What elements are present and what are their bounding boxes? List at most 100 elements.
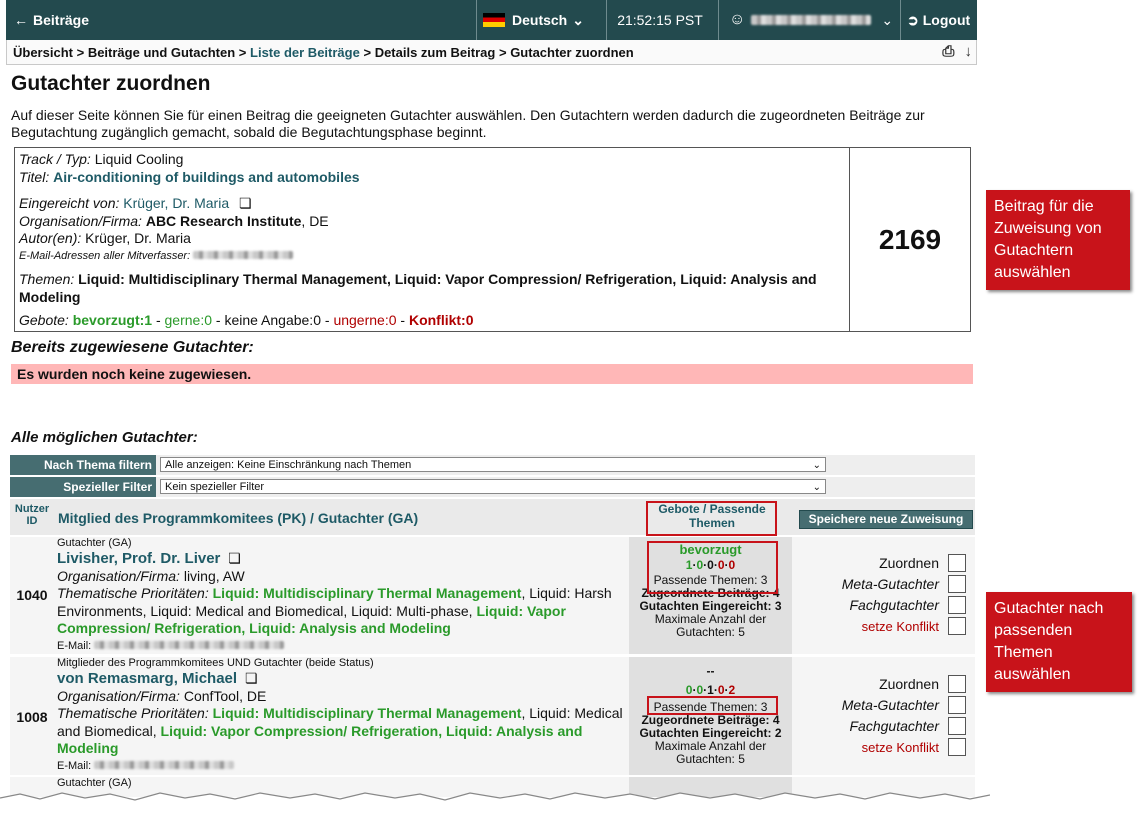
bid-count: 1 <box>707 683 714 697</box>
email-redacted <box>94 640 285 649</box>
paper-title[interactable]: Air-conditioning of buildings and automo… <box>53 169 359 185</box>
conflict-label: setze Konflikt <box>861 739 939 755</box>
breadcrumb-item-overview[interactable]: Übersicht <box>13 45 73 60</box>
conflict-checkbox[interactable] <box>948 617 966 635</box>
track-label: Track / Typ: <box>19 151 91 167</box>
arrow-down-icon[interactable]: ↓ <box>965 43 973 60</box>
submitter-name[interactable]: Krüger, Dr. Maria <box>123 195 229 211</box>
title-label: Titel: <box>19 168 50 185</box>
bid-reluctant: ungerne:0 <box>333 312 397 328</box>
authors-value: Krüger, Dr. Maria <box>85 230 191 246</box>
chevron-down-icon: ⌄ <box>881 11 894 28</box>
submitted-label: Eingereicht von: <box>19 195 120 211</box>
meta-reviewer-checkbox[interactable] <box>948 575 966 593</box>
emails-label: E-Mail-Adressen aller Mitverfasser: <box>19 249 191 262</box>
highlight-matching-topics <box>647 696 778 715</box>
filter-special-value: Kein spezieller Filter <box>165 481 265 493</box>
filter-topic-select[interactable]: Alle anzeigen: Keine Einschränkung nach … <box>160 457 826 472</box>
expert-reviewer-label: Fachgutachter <box>849 597 940 613</box>
possible-heading: Alle möglichen Gutachter: <box>11 429 198 446</box>
breadcrumb: Übersicht > Beiträge und Gutachten > Lis… <box>6 40 977 65</box>
meta-reviewer-label: Meta-Gutachter <box>841 576 939 592</box>
page-title: Gutachter zuordnen <box>11 72 211 95</box>
expert-reviewer-checkbox[interactable] <box>948 596 966 614</box>
max-label: Maximale Anzahl der Gutachten: <box>654 739 767 766</box>
email-label: E-Mail: <box>57 759 92 772</box>
meta-reviewer-checkbox[interactable] <box>948 696 966 714</box>
conflict-option[interactable]: setze Konflikt <box>862 617 966 635</box>
conflict-checkbox[interactable] <box>948 738 966 756</box>
bid-preferred: bevorzugt:1 <box>72 312 153 328</box>
copy-icon[interactable]: ❏ <box>245 670 258 686</box>
reviewer-name-line: von Remasmarg, Michael ❏ <box>57 670 627 688</box>
meta-reviewer-option[interactable]: Meta-Gutachter <box>842 696 966 714</box>
user-id: 1008 <box>16 709 48 725</box>
clock: 21:52:15 PST <box>606 0 713 40</box>
breadcrumb-item-current: Gutachter zuordnen <box>510 45 634 60</box>
user-menu[interactable]: ☺ ⌄ <box>718 0 909 40</box>
expert-reviewer-option[interactable]: Fachgutachter <box>849 596 966 614</box>
assign-option[interactable]: Zuordnen <box>879 554 966 572</box>
max-value: 5 <box>738 625 745 639</box>
conflict-option[interactable]: setze Konflikt <box>862 738 966 756</box>
prio-match: Liquid: Multidisciplinary Thermal Manage… <box>212 705 522 721</box>
table-header: Nutzer ID Mitglied des Programmkomitees … <box>10 499 975 535</box>
authors-label: Autor(en): <box>19 230 82 246</box>
paper-info-box: Track / Typ: Liquid Cooling Titel: Air-c… <box>14 147 971 332</box>
max-value: 5 <box>738 752 745 766</box>
bid-conflict: Konflikt:0 <box>408 312 474 328</box>
callout-paper: Beitrag für die Zuweisung von Gutachtern… <box>986 190 1130 290</box>
track-value: Liquid Cooling <box>94 151 184 167</box>
org-value: ConfTool, DE <box>183 687 267 704</box>
emails-redacted <box>193 250 294 259</box>
logout-label: Logout <box>922 12 971 28</box>
bid-status: -- <box>706 664 715 678</box>
reviewer-email: E-Mail: <box>57 638 627 656</box>
logout-icon: ➲ <box>907 11 919 28</box>
meta-reviewer-option[interactable]: Meta-Gutachter <box>842 575 966 593</box>
top-bar: ← Beiträge Deutsch ⌄ 21:52:15 PST ☺ ⌄ ➲ … <box>6 0 977 40</box>
expert-reviewer-checkbox[interactable] <box>948 717 966 735</box>
back-button[interactable]: ← Beiträge <box>6 0 106 40</box>
track-line: Track / Typ: Liquid Cooling <box>19 151 839 169</box>
max-count: Maximale Anzahl der Gutachten: 5 <box>629 613 792 639</box>
topics-label: Themen: <box>19 271 75 287</box>
highlight-bids-header <box>646 501 777 536</box>
paper-id: 2169 <box>878 223 942 255</box>
assign-checkbox[interactable] <box>948 675 966 693</box>
meta-reviewer-label: Meta-Gutachter <box>841 697 939 713</box>
reviewer-name[interactable]: Livisher, Prof. Dr. Liver <box>57 550 220 567</box>
language-select[interactable]: Deutsch ⌄ <box>476 0 611 40</box>
max-count: Maximale Anzahl der Gutachten: 5 <box>629 740 792 766</box>
expert-reviewer-option[interactable]: Fachgutachter <box>850 717 966 735</box>
breadcrumb-item-contributions[interactable]: Beiträge und Gutachten <box>88 45 235 60</box>
logout-button[interactable]: ➲ Logout <box>900 0 984 40</box>
user-name-redacted <box>751 15 872 25</box>
bid-none: keine Angabe:0 <box>224 312 321 328</box>
copy-icon[interactable]: ❏ <box>239 195 252 211</box>
breadcrumb-separator: > <box>498 45 507 60</box>
reviewer-name-line: Livisher, Prof. Dr. Liver ❏ <box>57 550 627 568</box>
reviewer-priorities: Thematische Prioritäten: Liquid: Multidi… <box>57 705 627 758</box>
topics-value: Liquid: Multidisciplinary Thermal Manage… <box>19 271 817 305</box>
assign-option[interactable]: Zuordnen <box>879 675 966 693</box>
filter-topic-label: Nach Thema filtern <box>10 455 156 475</box>
emails-line: E-Mail-Adressen aller Mitverfasser: <box>19 248 839 266</box>
topics-line: Themen: Liquid: Multidisciplinary Therma… <box>19 271 839 306</box>
bids-line: Gebote: bevorzugt:1 - gerne:0 - keine An… <box>19 312 474 328</box>
filter-topic-value: Alle anzeigen: Keine Einschränkung nach … <box>165 459 412 471</box>
table-row: 1008 Mitglieder des Programmkomitees UND… <box>10 657 975 775</box>
breadcrumb-item-list[interactable]: Liste der Beiträge <box>250 45 360 60</box>
reviewer-name[interactable]: von Remasmarg, Michael <box>57 670 237 687</box>
breadcrumb-item-details[interactable]: Details zum Beitrag <box>375 45 496 60</box>
filter-special-select[interactable]: Kein spezieller Filter ⌄ <box>160 479 826 494</box>
print-icon[interactable]: ⎙ <box>942 43 954 60</box>
org-country: , DE <box>301 212 329 229</box>
prio-label: Thematische Prioritäten: <box>57 705 209 721</box>
assign-checkbox[interactable] <box>948 554 966 572</box>
reviewer-role: Gutachter (GA) <box>57 537 132 549</box>
copy-icon[interactable]: ❏ <box>228 550 241 566</box>
prio-label: Thematische Prioritäten: <box>57 585 209 601</box>
assigned-label: Zugeordnete Beiträge: <box>641 713 770 727</box>
save-assignment-button[interactable]: Speichere neue Zuweisung <box>799 510 973 529</box>
